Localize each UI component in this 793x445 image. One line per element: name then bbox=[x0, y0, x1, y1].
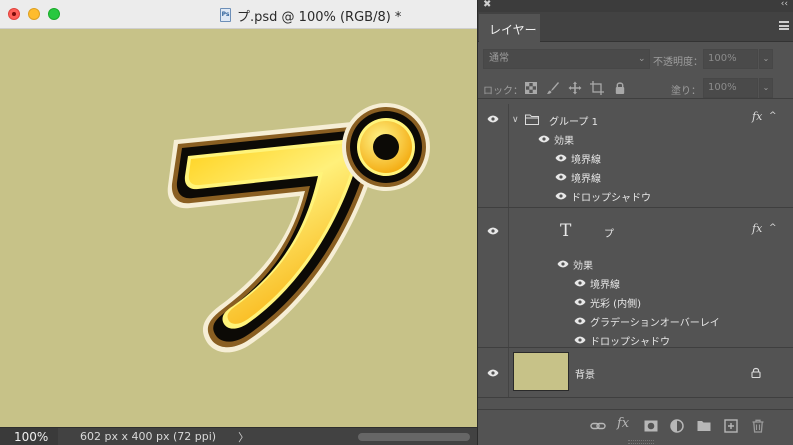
effect-name: 光彩 (内側) bbox=[590, 299, 641, 310]
blend-mode-value: 通常 bbox=[489, 53, 509, 64]
lock-artboard-icon[interactable] bbox=[590, 81, 604, 95]
opacity-label: 不透明度： bbox=[653, 57, 703, 68]
effect-name: グラデーションオーバーレイ bbox=[590, 318, 720, 329]
chevron-down-icon: ⌄ bbox=[638, 54, 646, 64]
eye-icon[interactable] bbox=[574, 279, 586, 287]
handakuten-mark bbox=[342, 103, 430, 191]
document-title: Ps プ.psd @ 100% (RGB/8) * bbox=[220, 7, 402, 25]
eye-icon[interactable] bbox=[574, 298, 586, 306]
layers-panel: ✖ ‹‹ レイヤー 通常 ⌄ 不透明度： 100% ⌄ ロック： 塗り： 100… bbox=[477, 0, 793, 445]
opacity-input[interactable]: 100% bbox=[703, 49, 758, 69]
lock-position-icon[interactable] bbox=[568, 81, 582, 95]
layers-footer-toolbar: fx bbox=[478, 409, 793, 445]
lock-image-pixels-icon[interactable] bbox=[546, 81, 560, 95]
effect-name: 境界線 bbox=[571, 174, 601, 185]
fx-badge[interactable]: fx bbox=[752, 222, 762, 235]
effect-name: 境界線 bbox=[590, 280, 620, 291]
artwork-katakana-pu bbox=[167, 103, 430, 353]
fill-input[interactable]: 100% bbox=[703, 78, 758, 98]
document-titlebar: Ps プ.psd @ 100% (RGB/8) * bbox=[0, 0, 477, 29]
panel-header-strip: ✖ ‹‹ bbox=[478, 0, 793, 12]
psd-file-icon: Ps bbox=[220, 8, 231, 22]
expand-caret-icon[interactable]: ∨ bbox=[512, 115, 519, 125]
add-layer-style-icon[interactable]: fx bbox=[617, 416, 633, 432]
panel-menu-icon[interactable] bbox=[779, 21, 789, 30]
effect-name: 境界線 bbox=[571, 155, 601, 166]
visibility-column-divider bbox=[508, 104, 509, 398]
lock-all-icon[interactable] bbox=[613, 81, 627, 95]
panel-resize-grip[interactable] bbox=[628, 440, 654, 444]
effect-name: ドロップシャドウ bbox=[571, 193, 651, 204]
status-bar: 100% 602 px x 400 px (72 ppi) 〉 bbox=[0, 427, 477, 445]
layer-list: ∨ グループ 1 fx ^ 効果 境界線 境界線 ドロップシャドウ T プ fx… bbox=[478, 104, 793, 409]
opacity-slider-toggle[interactable]: ⌄ bbox=[759, 49, 773, 69]
eye-icon[interactable] bbox=[538, 135, 550, 143]
fill-slider-toggle[interactable]: ⌄ bbox=[759, 78, 773, 98]
eye-icon[interactable] bbox=[487, 369, 499, 377]
document-window: Ps プ.psd @ 100% (RGB/8) * 100% 602 px x … bbox=[0, 0, 477, 445]
window-minimize-button[interactable] bbox=[28, 8, 40, 20]
canvas[interactable] bbox=[0, 30, 477, 427]
layer-name: グループ 1 bbox=[549, 117, 598, 128]
eye-icon[interactable] bbox=[574, 317, 586, 325]
delete-layer-icon[interactable] bbox=[750, 418, 766, 434]
lock-transparent-pixels-icon[interactable] bbox=[524, 81, 538, 95]
link-layers-icon[interactable] bbox=[590, 418, 606, 434]
effect-name: ドロップシャドウ bbox=[590, 337, 670, 348]
lock-label: ロック： bbox=[483, 86, 523, 97]
eye-icon[interactable] bbox=[555, 192, 567, 200]
chevron-up-icon[interactable]: ^ bbox=[769, 111, 777, 121]
row-divider bbox=[478, 397, 793, 398]
panel-close-icon[interactable]: ✖ bbox=[483, 0, 491, 10]
effects-label: 効果 bbox=[554, 136, 574, 147]
lock-row: ロック： 塗り： 100% ⌄ bbox=[478, 77, 793, 99]
eye-icon[interactable] bbox=[487, 227, 499, 235]
document-title-text: プ.psd @ 100% (RGB/8) * bbox=[237, 9, 402, 25]
lock-icon bbox=[751, 367, 761, 378]
blend-mode-select[interactable]: 通常 ⌄ bbox=[483, 49, 650, 69]
new-group-icon[interactable] bbox=[696, 418, 712, 434]
chevron-down-icon: ⌄ bbox=[762, 83, 770, 92]
new-layer-icon[interactable] bbox=[723, 418, 739, 434]
layer-thumbnail bbox=[513, 352, 569, 391]
add-mask-icon[interactable] bbox=[643, 418, 659, 434]
eye-icon[interactable] bbox=[557, 260, 569, 268]
eye-icon[interactable] bbox=[574, 336, 586, 344]
fx-badge[interactable]: fx bbox=[752, 110, 762, 123]
fill-label: 塗り： bbox=[671, 86, 701, 97]
folder-icon bbox=[525, 114, 539, 125]
eye-icon[interactable] bbox=[487, 115, 499, 123]
chevron-up-icon[interactable]: ^ bbox=[769, 223, 777, 233]
window-maximize-button[interactable] bbox=[48, 8, 60, 20]
horizontal-scrollbar[interactable] bbox=[358, 433, 470, 441]
row-divider bbox=[478, 347, 793, 348]
eye-icon[interactable] bbox=[555, 173, 567, 181]
layer-name: 背景 bbox=[575, 370, 595, 381]
status-menu-arrow[interactable]: 〉 bbox=[238, 429, 249, 445]
blend-row: 通常 ⌄ 不透明度： 100% ⌄ bbox=[478, 48, 793, 70]
tab-layers[interactable]: レイヤー bbox=[479, 14, 540, 43]
zoom-level-field[interactable]: 100% bbox=[0, 427, 58, 445]
window-close-button[interactable] bbox=[8, 8, 20, 20]
eye-icon[interactable] bbox=[555, 154, 567, 162]
effects-label: 効果 bbox=[573, 261, 593, 272]
panel-collapse-icon[interactable]: ‹‹ bbox=[781, 0, 788, 9]
layer-name: プ bbox=[604, 229, 614, 240]
document-info: 602 px x 400 px (72 ppi) bbox=[80, 430, 217, 443]
chevron-down-icon: ⌄ bbox=[762, 54, 770, 63]
adjustment-layer-icon[interactable] bbox=[669, 418, 685, 434]
panel-tabbar: レイヤー bbox=[478, 12, 793, 43]
row-divider bbox=[478, 207, 793, 208]
type-layer-icon: T bbox=[560, 221, 572, 241]
